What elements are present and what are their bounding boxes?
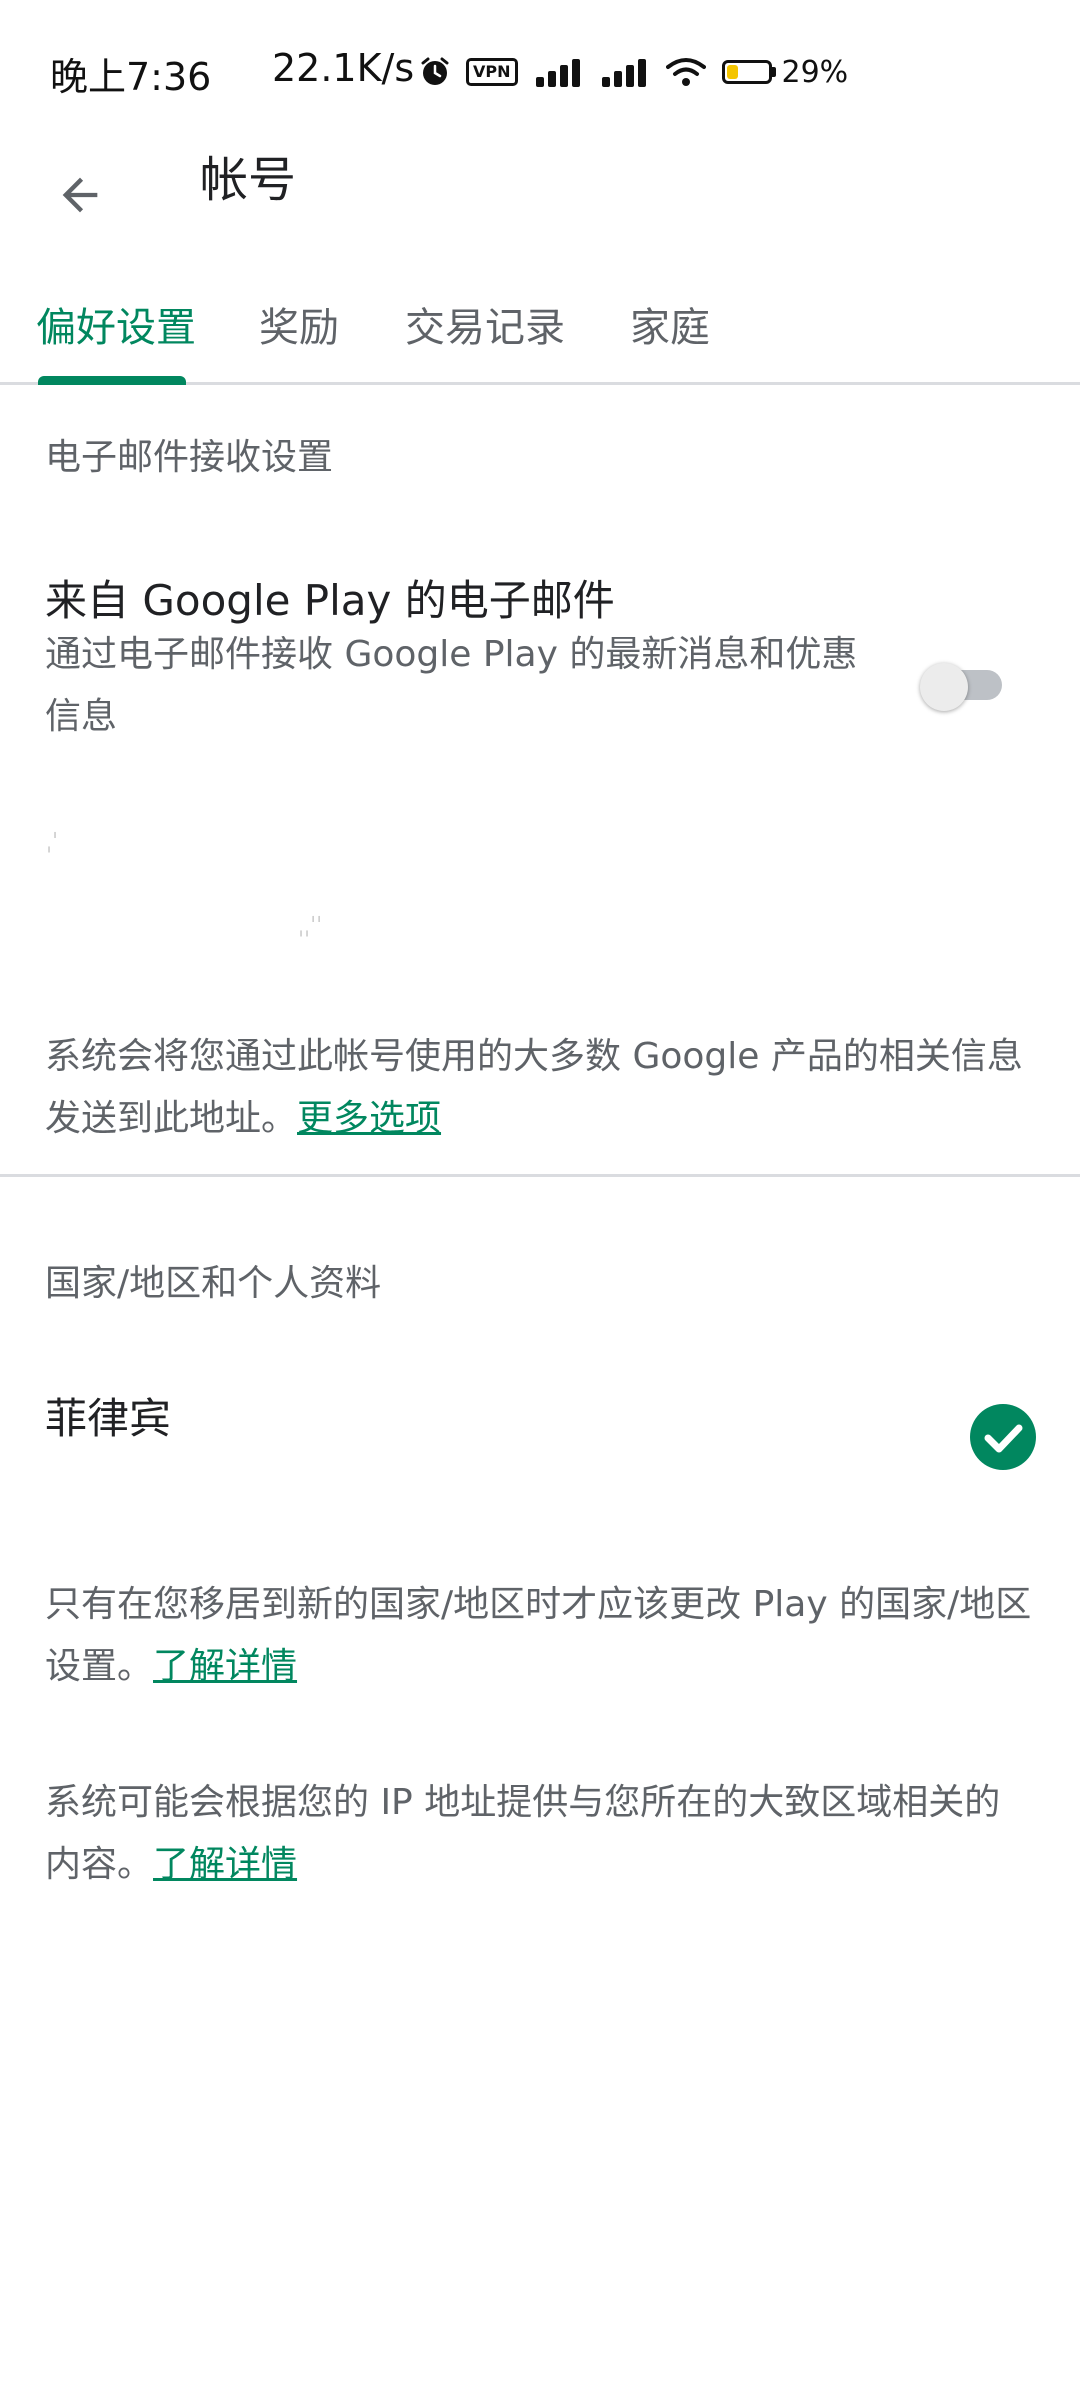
toggle-thumb xyxy=(920,663,968,711)
email-info-sentence: 系统会将您通过此帐号使用的大多数 Google 产品的相关信息发送到此地址。 xyxy=(45,1036,1023,1139)
app-bar: 帐号 xyxy=(0,130,1080,260)
ip-info: 系统可能会根据您的 IP 地址提供与您所在的大致区域相关的内容。了解详情 xyxy=(45,1772,1035,1896)
tab-bar: 偏好设置 奖励 交易记录 家庭 xyxy=(0,270,1080,385)
alarm-icon xyxy=(421,57,449,85)
email-toggle[interactable] xyxy=(920,663,1004,711)
page-title: 帐号 xyxy=(200,152,297,208)
status-icons: VPN 29% xyxy=(420,52,848,92)
learn-more-link-1[interactable]: 了解详情 xyxy=(153,1646,297,1687)
vpn-icon: VPN xyxy=(466,58,518,86)
signal-icon xyxy=(601,59,646,87)
email-setting-title: 来自 Google Play 的电子邮件 xyxy=(45,576,615,625)
tab-preferences[interactable]: 偏好设置 xyxy=(36,288,196,368)
masked-email-artifact: ˌˈ xyxy=(46,830,59,855)
wifi-icon xyxy=(665,58,706,86)
tab-family[interactable]: 家庭 xyxy=(630,288,710,368)
active-tab-indicator xyxy=(38,376,186,385)
status-bar: 晚上7:36 22.1K/s VPN 29% xyxy=(0,0,1080,130)
country-change-info: 只有在您移居到新的国家/地区时才应该更改 Play 的国家/地区设置。了解详情 xyxy=(45,1574,1035,1698)
country-section-header: 国家/地区和个人资料 xyxy=(45,1263,382,1304)
email-info-text: 系统会将您通过此帐号使用的大多数 Google 产品的相关信息发送到此地址。更多… xyxy=(45,1026,1035,1150)
signal-icon xyxy=(535,59,580,87)
masked-email-artifact: ˌˌˈˈ xyxy=(298,914,323,939)
email-setting-description: 通过电子邮件接收 Google Play 的最新消息和优惠信息 xyxy=(45,634,858,737)
status-time: 晚上7:36 xyxy=(50,55,212,99)
check-circle-icon xyxy=(970,1404,1036,1470)
section-divider xyxy=(0,1174,1080,1177)
arrow-back-icon xyxy=(62,177,98,213)
tab-transactions[interactable]: 交易记录 xyxy=(405,288,565,368)
network-speed: 22.1K/s xyxy=(272,46,415,90)
more-options-link[interactable]: 更多选项 xyxy=(297,1098,441,1139)
battery-icon: 29% xyxy=(721,54,849,90)
battery-percent: 29% xyxy=(781,54,849,90)
email-section-header: 电子邮件接收设置 xyxy=(45,437,334,478)
country-name: 菲律宾 xyxy=(45,1394,172,1443)
tab-rewards[interactable]: 奖励 xyxy=(259,288,339,368)
learn-more-link-2[interactable]: 了解详情 xyxy=(153,1844,297,1885)
back-button[interactable] xyxy=(40,155,120,235)
